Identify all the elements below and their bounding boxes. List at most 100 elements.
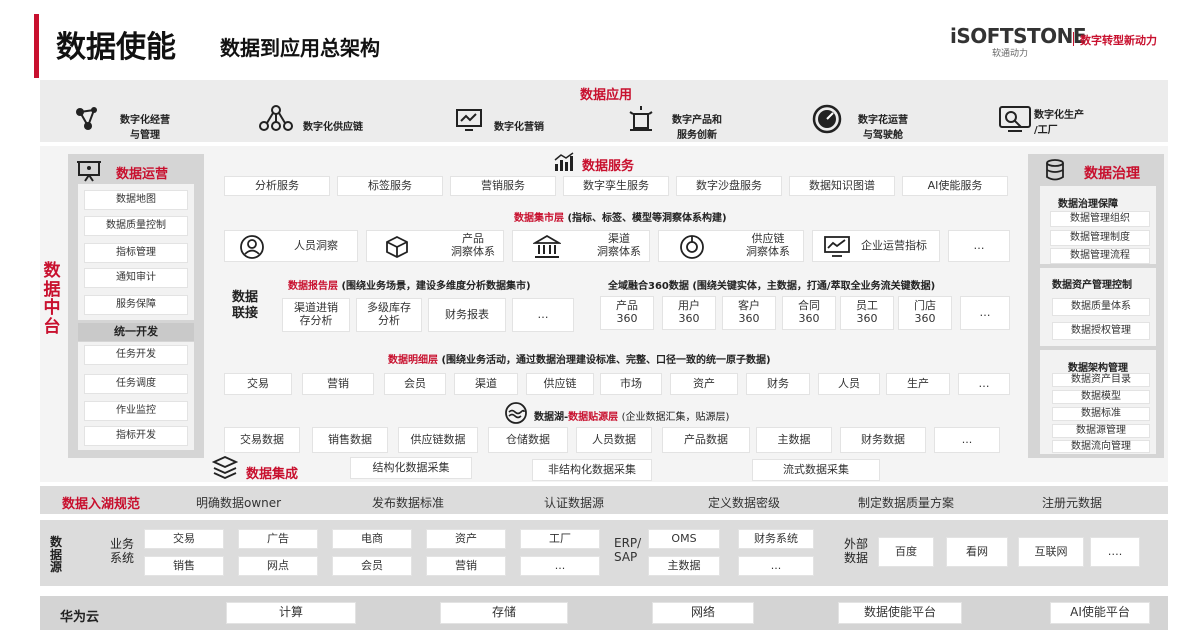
cloud-title: 华为云 (60, 610, 100, 625)
cloud-item: 计算 (226, 602, 356, 624)
lake-spec-title: 数据入湖规范 (62, 497, 141, 512)
detail-item: 会员 (384, 373, 446, 395)
integration-item: 流式数据采集 (752, 459, 880, 481)
governance-g3-item: 数据流向管理 (1052, 440, 1150, 453)
biz-source-item: 销售 (144, 556, 224, 576)
mart-item-ops-metric: 企业运营指标 (812, 230, 940, 262)
lake-item: 财务数据 (840, 427, 926, 453)
cloud-bar (40, 596, 1168, 630)
erp-source-item: 主数据 (648, 556, 720, 576)
people-insight-icon (240, 235, 264, 259)
app-item-marketing: 数字化营销 (494, 122, 544, 133)
governance-group-3-title: 数据架构管理 (1068, 363, 1128, 374)
lake-wave-icon (505, 402, 527, 424)
layers-icon (212, 456, 238, 479)
data-service-item: 数字沙盘服务 (676, 176, 782, 196)
biz-source-item: ... (520, 556, 600, 576)
fusion-item: 用户 360 (662, 296, 716, 330)
detail-item: 市场 (600, 373, 662, 395)
biz-source-item: 工厂 (520, 529, 600, 549)
integration-item: 非结构化数据采集 (532, 459, 652, 481)
channel-insight-icon (533, 234, 561, 258)
detail-item: 财务 (746, 373, 810, 395)
biz-system-label: 业务 系统 (110, 537, 135, 566)
data-service-title: 数据服务 (582, 159, 635, 174)
governance-g3-item: 数据标准 (1052, 407, 1150, 421)
erp-source-item: 财务系统 (738, 529, 814, 549)
biz-source-item: 广告 (238, 529, 318, 549)
data-service-item: 分析服务 (224, 176, 330, 196)
report-title-row: 数据报告层 (围绕业务场景，建设多维度分析数据集市) (288, 281, 531, 292)
biz-source-item: 资产 (426, 529, 506, 549)
governance-group-2-title: 数据资产管理控制 (1052, 280, 1132, 291)
data-service-item: AI使能服务 (902, 176, 1008, 196)
detail-item: 交易 (224, 373, 292, 395)
product-insight-icon (386, 235, 408, 259)
lake-item: 人员数据 (576, 427, 652, 453)
innovation-icon (629, 106, 653, 131)
lake-item: 主数据 (756, 427, 832, 453)
data-ops-item: 服务保障 (84, 295, 188, 315)
page-title: 数据使能 (56, 30, 176, 65)
data-ops-item: 通知审计 (84, 268, 188, 288)
erp-sap-label: ERP/ SAP (614, 536, 642, 565)
app-item-product-innovation: 数字产品和 服务创新 (672, 115, 722, 141)
brand-logo: iSOFTSTONE 软通动力 (950, 24, 1087, 59)
data-ops-title: 数据运营 (116, 167, 169, 182)
app-item-production: 数字化生产 /工厂 (1034, 110, 1084, 136)
lake-item: 供应链数据 (398, 427, 478, 453)
lake-title-row: 数据湖-数据贴源层 (企业数据汇集，贴源层) (534, 412, 730, 423)
unified-dev-item: 作业监控 (84, 401, 188, 421)
detail-item: … (958, 373, 1010, 395)
data-service-item: 数据知识图谱 (789, 176, 895, 196)
data-service-item: 营销服务 (450, 176, 556, 196)
dashboard-gauge-icon (812, 104, 842, 134)
bar-chart-icon (554, 152, 574, 171)
fusion-item: 门店 360 (898, 296, 952, 330)
data-ops-item: 指标管理 (84, 243, 188, 263)
biz-source-item: 交易 (144, 529, 224, 549)
governance-g1-item: 数据管理制度 (1050, 230, 1150, 246)
database-icon (1046, 159, 1064, 181)
ops-metric-icon (824, 236, 850, 257)
monitor-chart-icon (456, 109, 482, 131)
governance-group-1-title: 数据治理保障 (1058, 199, 1118, 210)
external-source-item: 互联网 (1018, 537, 1084, 567)
cloud-item: 网络 (652, 602, 754, 624)
fusion-item: 产品 360 (600, 296, 654, 330)
biz-source-item: 会员 (332, 556, 412, 576)
detail-item: 人员 (818, 373, 880, 395)
governance-g2-item: 数据授权管理 (1052, 322, 1150, 340)
governance-g3-item: 数据模型 (1052, 390, 1150, 404)
data-service-item: 标签服务 (337, 176, 443, 196)
lake-spec-item: 注册元数据 (1042, 496, 1103, 510)
report-item: 渠道进销 存分析 (282, 298, 350, 332)
external-source-item: …. (1090, 537, 1140, 567)
governance-title: 数据治理 (1084, 166, 1140, 182)
unified-dev-title: 统一开发 (78, 323, 194, 341)
data-platform-label: 数据中台 (43, 261, 61, 338)
unified-dev-item: 指标开发 (84, 426, 188, 446)
integration-title: 数据集成 (246, 467, 299, 482)
cloud-item: 数据使能平台 (838, 602, 962, 624)
mart-item-supply: 供应链 洞察体系 (658, 230, 804, 262)
unified-dev-item: 任务调度 (84, 374, 188, 394)
external-source-item: 百度 (878, 537, 934, 567)
header-accent-bar (34, 14, 39, 78)
data-ops-item: 数据质量控制 (84, 216, 188, 236)
cloud-item: AI使能平台 (1050, 602, 1150, 624)
detail-item: 生产 (886, 373, 950, 395)
page-subtitle: 数据到应用总架构 (220, 36, 380, 60)
data-link-label: 数据 联接 (232, 290, 259, 321)
supply-insight-icon (680, 235, 704, 259)
detail-item: 供应链 (526, 373, 594, 395)
integration-item: 结构化数据采集 (350, 457, 472, 479)
detail-item: 资产 (670, 373, 738, 395)
network-icon (76, 107, 97, 130)
lake-spec-item: 明确数据owner (196, 496, 282, 510)
external-source-item: 看网 (946, 537, 1008, 567)
detail-item: 渠道 (454, 373, 518, 395)
lake-item: 交易数据 (224, 427, 300, 453)
governance-g3-item: 数据资产目录 (1052, 373, 1150, 387)
mart-item-more: … (948, 230, 1010, 262)
